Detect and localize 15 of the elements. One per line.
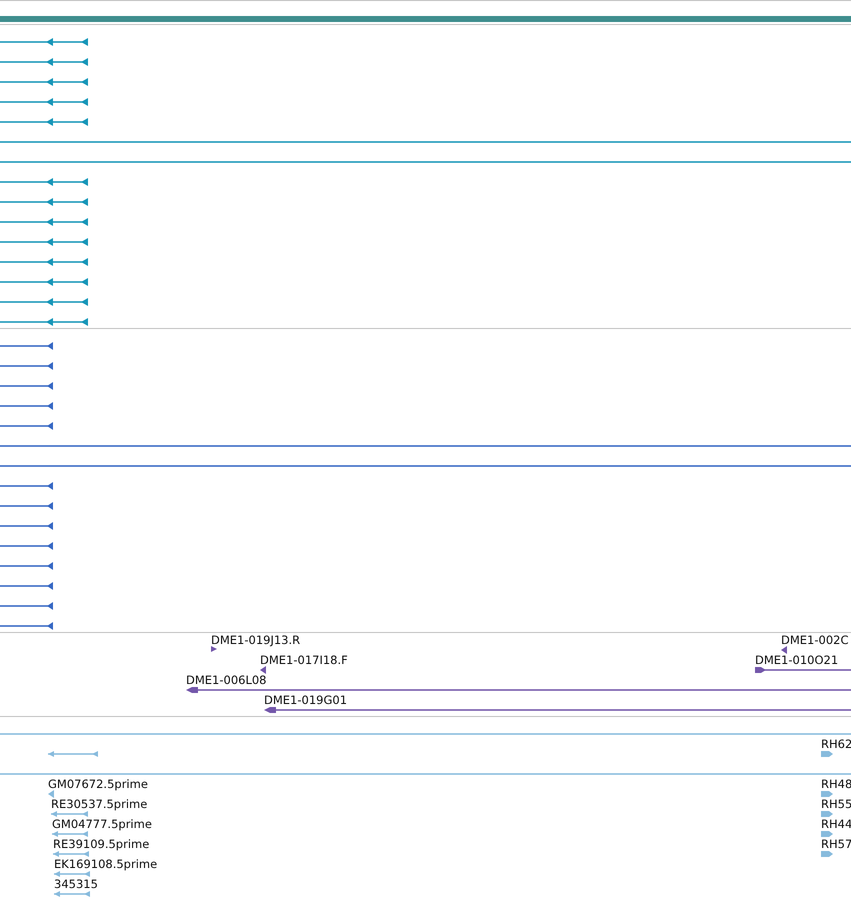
feature-label: DME1-019J13.R — [211, 633, 300, 647]
feature-label: RH55 — [821, 797, 851, 811]
feature-label: 345315 — [54, 877, 98, 891]
feature-label: DME1-010O21 — [755, 653, 838, 667]
feature-label: DME1-002C — [781, 633, 848, 647]
feature-label: DME1-006L08 — [186, 673, 266, 687]
feature-label: RE30537.5prime — [51, 797, 148, 811]
feature-label: RH57 — [821, 837, 851, 851]
feature-label: DME1-019G01 — [264, 693, 348, 707]
feature-label: EK169108.5prime — [54, 857, 158, 871]
feature-label: GM04777.5prime — [52, 817, 152, 831]
feature-label: GM07672.5prime — [48, 777, 148, 791]
feature-label: RH62 — [821, 737, 851, 751]
feature-label: DME1-017I18.F — [260, 653, 348, 667]
feature-label: RE39109.5prime — [53, 837, 150, 851]
